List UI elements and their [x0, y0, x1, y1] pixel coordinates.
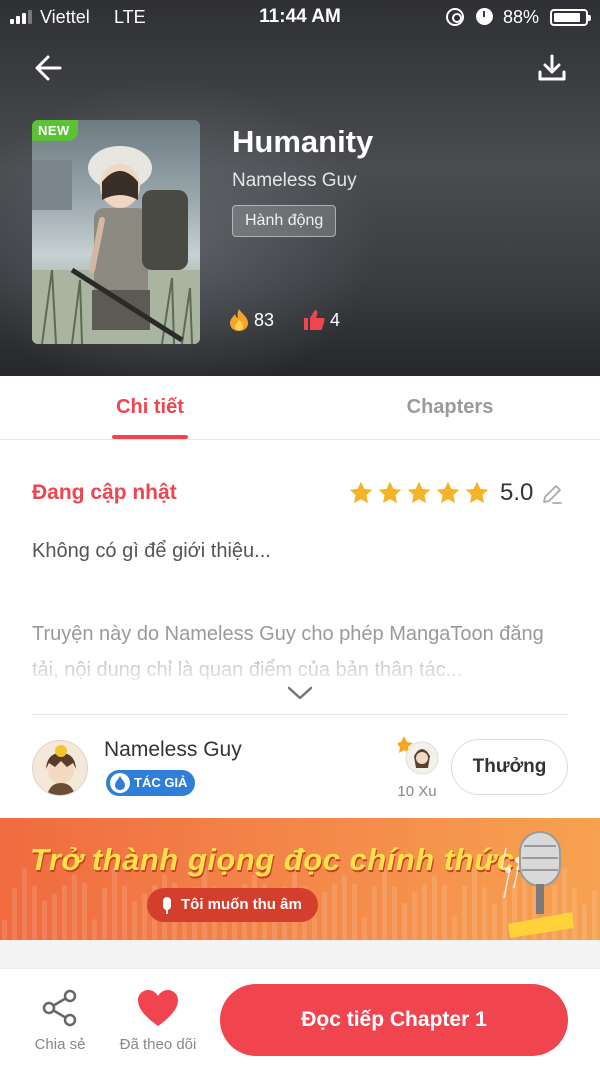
divider	[32, 714, 568, 715]
tab-bar: Chi tiết Chapters	[0, 376, 600, 440]
follow-label: Đã theo dõi	[119, 1036, 197, 1053]
pencil-icon	[543, 485, 562, 504]
share-button[interactable]: Chia sẻ	[28, 986, 92, 1056]
genre-tag[interactable]: Hành động	[232, 205, 337, 237]
back-button[interactable]	[30, 50, 66, 86]
author-avatar[interactable]	[32, 740, 88, 796]
record-button-label: Tôi muốn thu âm	[181, 896, 302, 913]
like-count: 4	[330, 309, 341, 330]
tab-chapters[interactable]: Chapters	[300, 396, 600, 419]
heart-icon	[138, 990, 178, 1026]
active-tab-indicator	[112, 435, 188, 439]
fire-stat: 83	[228, 308, 274, 332]
expand-description-button[interactable]	[284, 682, 316, 704]
tab-details[interactable]: Chi tiết	[0, 396, 300, 419]
chevron-down-icon	[287, 686, 313, 700]
status-bar: Viettel LTE 11:44 AM 88%	[0, 0, 600, 34]
studio-microphone-icon	[500, 828, 580, 938]
download-button[interactable]	[534, 50, 570, 86]
record-button[interactable]: Tôi muốn thu âm	[147, 888, 318, 922]
download-icon	[538, 54, 566, 81]
update-status: Đang cập nhật	[32, 481, 177, 504]
book-header: Viettel LTE 11:44 AM 88% NEW Humanity Na…	[0, 0, 600, 376]
author-name[interactable]: Nameless Guy	[104, 738, 242, 762]
avatar-illustration	[46, 745, 76, 795]
follow-button[interactable]: Đã theo dõi	[110, 986, 206, 1056]
author-badge: TÁC GIẢ	[106, 770, 196, 796]
author-badge-icon	[110, 773, 130, 793]
rate-button[interactable]	[540, 482, 564, 506]
author-badge-label: TÁC GIẢ	[134, 775, 188, 790]
microphone-icon	[163, 897, 171, 914]
thumbs-up-icon	[304, 310, 325, 330]
coin-gift-icon	[396, 734, 440, 776]
orientation-lock-icon	[446, 8, 464, 26]
fire-icon	[230, 309, 248, 331]
book-cover[interactable]: NEW	[32, 120, 200, 344]
book-title: Humanity	[232, 124, 374, 159]
like-stat: 4	[302, 308, 340, 332]
reward-button[interactable]: Thưởng	[451, 739, 568, 795]
banner-title: Trở thành giọng đọc chính thức!	[30, 842, 526, 877]
star-icon	[465, 481, 489, 504]
rating-stars	[348, 480, 490, 506]
star-icon	[407, 481, 431, 504]
share-label: Chia sẻ	[34, 1036, 86, 1053]
cover-illustration	[32, 146, 200, 344]
share-icon	[42, 989, 77, 1027]
book-author[interactable]: Nameless Guy	[232, 170, 357, 192]
coin-amount: 10 Xu	[397, 783, 437, 800]
battery-percent: 88%	[503, 7, 540, 27]
arrow-left-icon	[35, 55, 62, 81]
star-icon	[378, 481, 402, 504]
section-gap	[0, 940, 600, 968]
battery-icon	[550, 9, 591, 26]
rating-value: 5.0	[500, 479, 534, 506]
continue-reading-button[interactable]: Đọc tiếp Chapter 1	[220, 984, 568, 1056]
star-icon	[349, 481, 373, 504]
new-badge: NEW	[32, 120, 78, 141]
star-icon	[436, 481, 460, 504]
book-intro: Không có gì để giới thiệu...	[32, 540, 271, 562]
fire-count: 83	[254, 309, 275, 330]
alarm-icon	[476, 8, 493, 25]
